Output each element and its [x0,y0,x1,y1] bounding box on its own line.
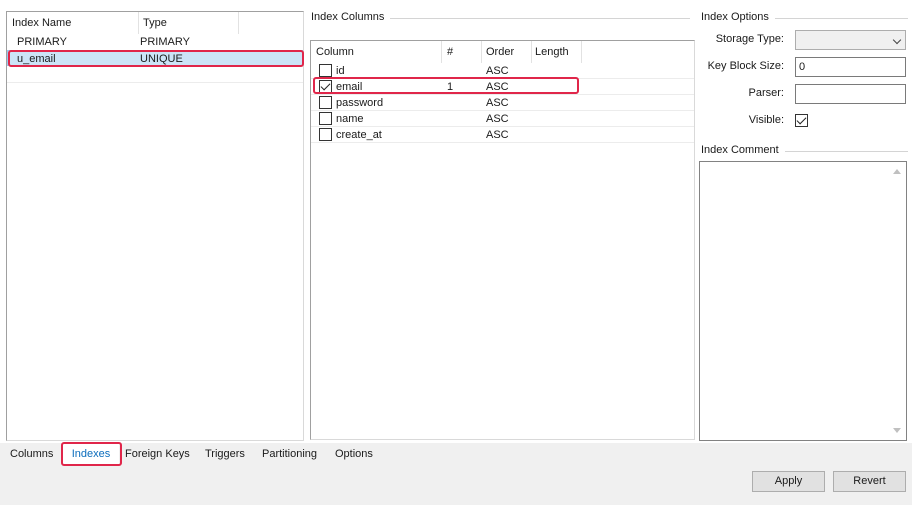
column-number-cell: 1 [447,81,454,93]
column-include-checkbox[interactable] [319,64,332,77]
index-options-label: Index Options [701,11,775,23]
index-type-cell: UNIQUE [140,53,183,65]
tab-options[interactable]: Options [335,443,373,465]
column-order-cell[interactable]: ASC [486,63,509,79]
tab-partitioning[interactable]: Partitioning [262,443,317,465]
tab-columns[interactable]: Columns [10,443,53,465]
column-row-email[interactable]: email 1 ASC [311,79,694,95]
key-block-size-label: Key Block Size: [707,60,784,72]
key-block-size-input[interactable] [795,57,906,77]
header-type[interactable]: Type [138,12,167,34]
storage-type-select[interactable] [795,30,906,50]
scroll-down-icon[interactable] [893,428,901,433]
column-name-cell: password [336,97,384,109]
index-columns-grid[interactable]: Column # Order Length id ASC email 1 ASC… [310,40,695,440]
index-name-cell: u_email [17,53,56,65]
header-number[interactable]: # [442,41,453,63]
index-comment-label: Index Comment [701,144,785,156]
header-order[interactable]: Order [481,41,514,63]
tab-foreign-keys[interactable]: Foreign Keys [125,443,190,465]
column-order-cell[interactable]: ASC [486,95,509,111]
index-columns-divider [388,18,690,19]
column-order-cell[interactable]: ASC [486,111,509,127]
column-order-cell[interactable]: ASC [486,79,509,95]
column-row-id[interactable]: id ASC [311,63,694,79]
editor-tab-strip: Columns Indexes Foreign Keys Triggers Pa… [0,443,912,465]
index-row-primary[interactable]: PRIMARY PRIMARY [7,34,303,50]
index-list[interactable]: Index Name Type PRIMARY PRIMARY u_email … [6,11,304,441]
parser-label: Parser: [748,87,784,99]
column-name-cell: create_at [336,129,382,141]
column-include-checkbox[interactable] [319,80,332,93]
parser-input[interactable] [795,84,906,104]
column-include-checkbox[interactable] [319,112,332,125]
revert-button[interactable]: Revert [833,471,906,492]
visible-label: Visible: [748,114,784,126]
header-index-name[interactable]: Index Name [7,12,71,34]
index-comment-divider [784,151,908,152]
index-list-header: Index Name Type [7,12,303,34]
tab-triggers[interactable]: Triggers [205,443,245,465]
visible-checkbox[interactable] [795,114,808,127]
column-name-cell: email [336,81,363,93]
column-name-cell: name [336,113,364,125]
index-comment-textarea[interactable] [699,161,907,441]
index-columns-label: Index Columns [311,11,391,23]
columns-grid-header: Column # Order Length [311,41,694,63]
column-row-password[interactable]: password ASC [311,95,694,111]
apply-button[interactable]: Apply [752,471,825,492]
column-row-create-at[interactable]: create_at ASC [311,127,694,143]
index-row-u-email[interactable]: u_email UNIQUE [7,50,303,66]
scroll-up-icon[interactable] [893,169,901,174]
column-name-cell: id [336,65,345,77]
column-row-name[interactable]: name ASC [311,111,694,127]
column-order-cell[interactable]: ASC [486,127,509,143]
column-include-checkbox[interactable] [319,128,332,141]
storage-type-label: Storage Type: [715,33,784,45]
index-type-cell: PRIMARY [140,36,190,48]
header-length[interactable]: Length [530,41,569,63]
header-column[interactable]: Column [311,41,354,63]
index-options-divider [774,18,908,19]
index-name-cell: PRIMARY [17,36,67,48]
tab-indexes[interactable]: Indexes [63,443,119,465]
chevron-down-icon [892,35,902,45]
column-include-checkbox[interactable] [319,96,332,109]
